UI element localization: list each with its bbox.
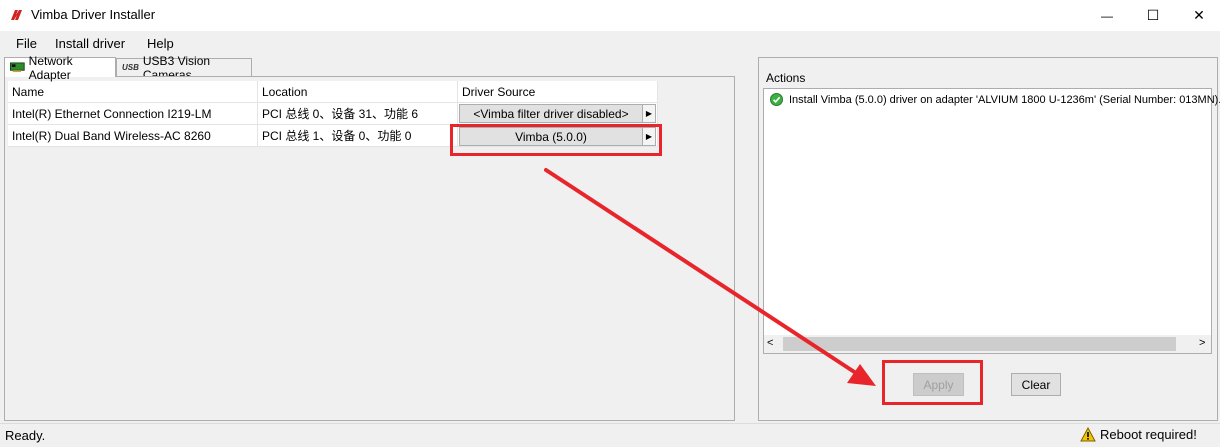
network-card-icon <box>10 62 25 73</box>
annotation-arrow-icon <box>544 168 876 386</box>
tab-label: Network Adapter <box>28 53 73 82</box>
tab-network-adapter[interactable]: Network Adapter <box>4 54 116 82</box>
